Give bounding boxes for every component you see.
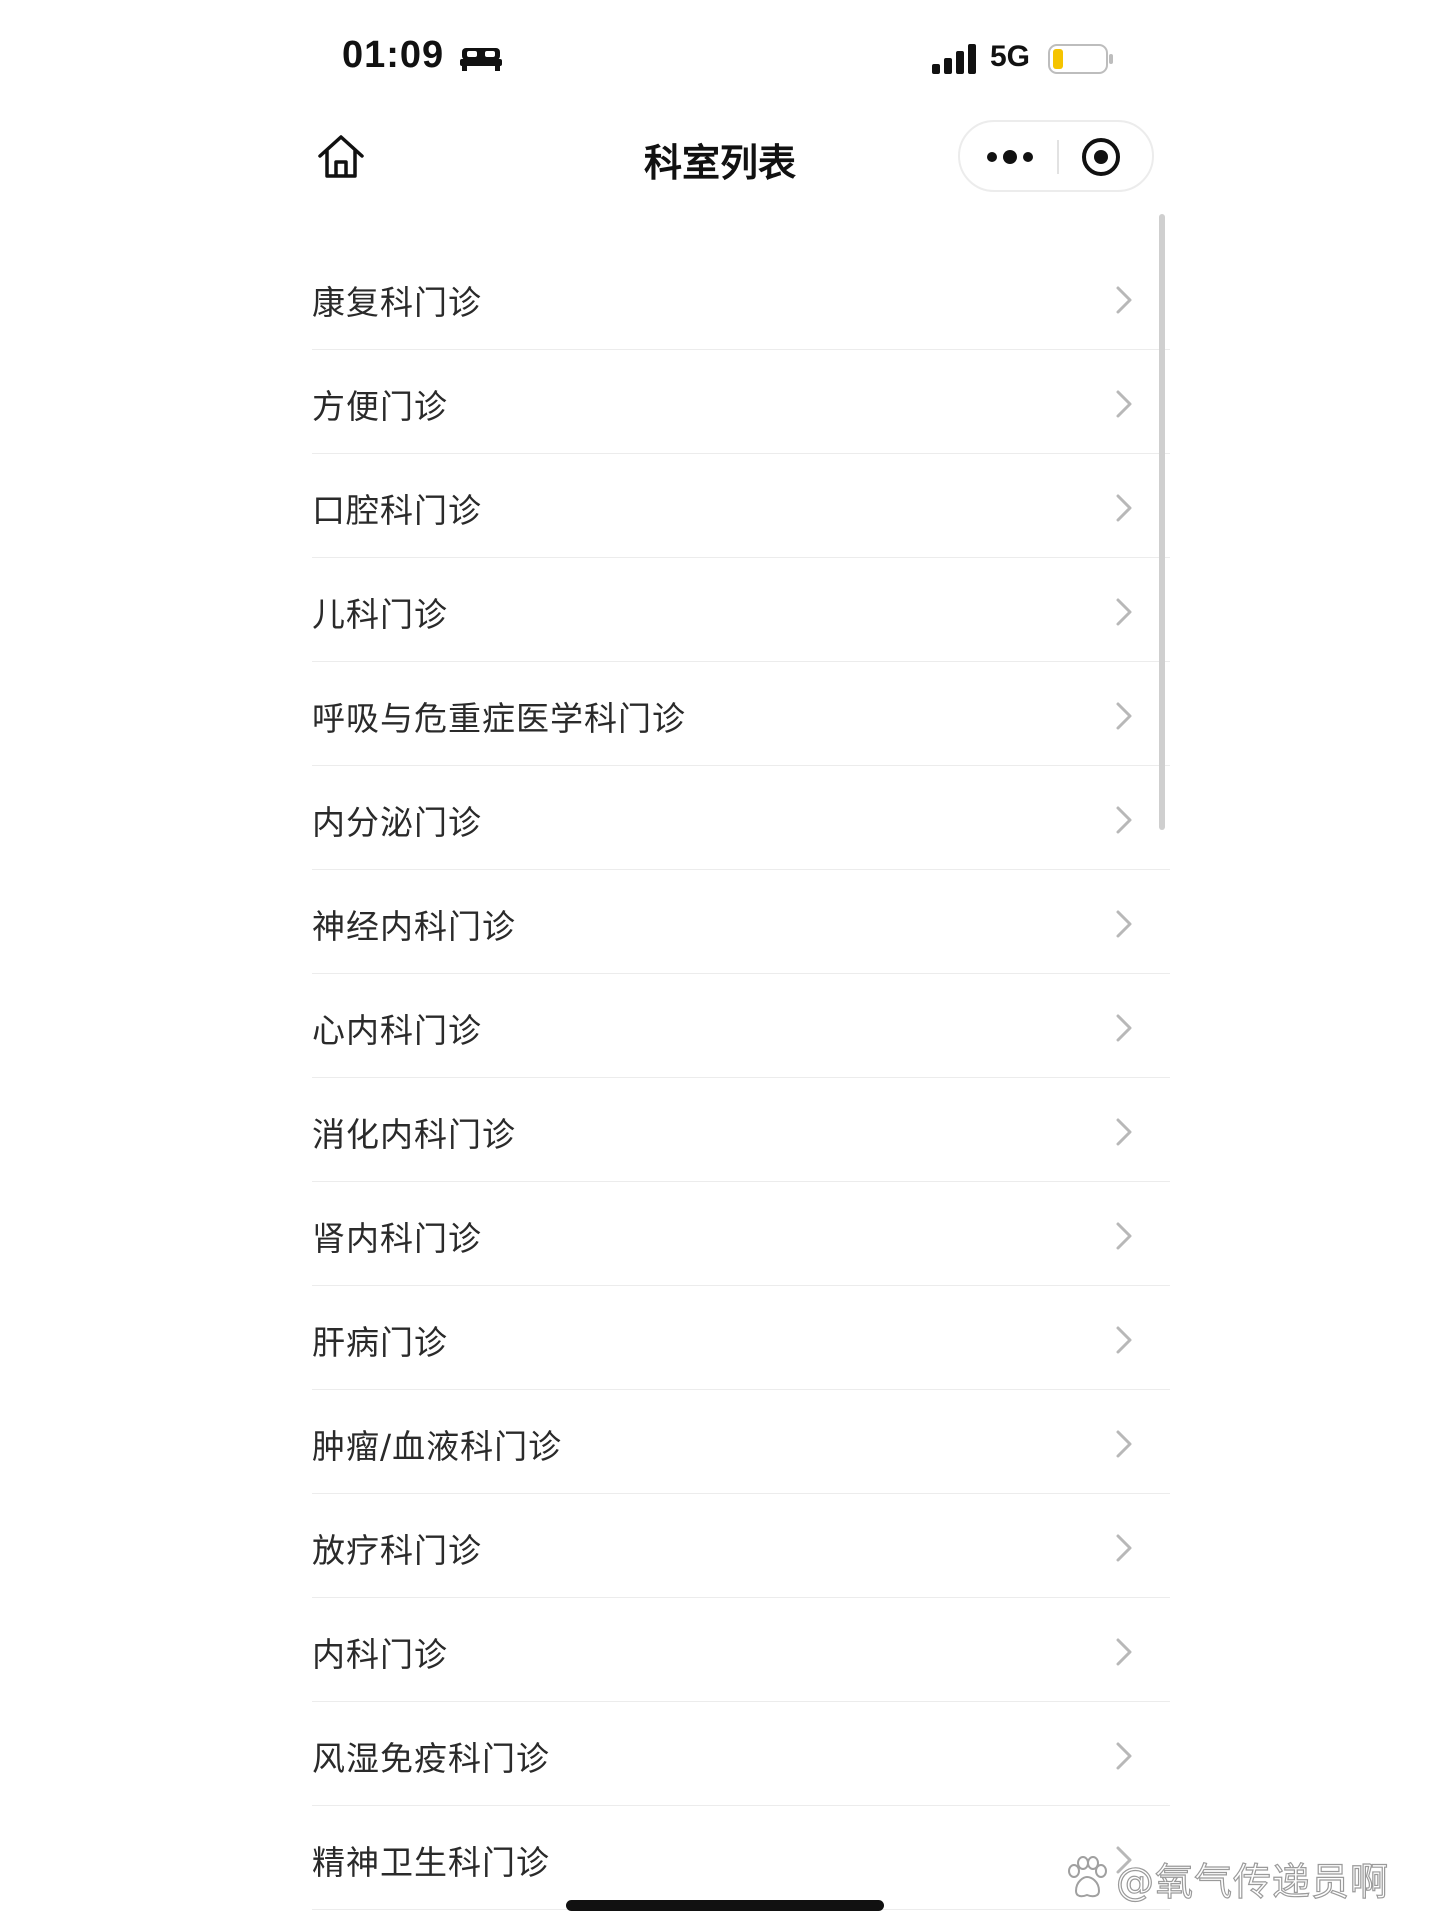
capsule-divider xyxy=(1057,140,1059,174)
list-item-label: 肝病门诊 xyxy=(312,1323,448,1362)
list-item-label: 口腔科门诊 xyxy=(312,491,482,530)
chevron-right-icon xyxy=(1116,390,1132,418)
watermark: @氧气传递员啊 xyxy=(1064,1850,1389,1906)
list-item-label: 风湿免疫科门诊 xyxy=(312,1739,550,1778)
chevron-right-icon xyxy=(1116,806,1132,834)
list-item[interactable]: 内科门诊 xyxy=(312,1598,1170,1702)
mini-program-capsule xyxy=(958,120,1154,192)
home-indicator[interactable] xyxy=(566,1900,884,1911)
status-time: 01:09 xyxy=(342,34,445,76)
chevron-right-icon xyxy=(1116,1222,1132,1250)
list-item[interactable]: 肿瘤/血液科门诊 xyxy=(312,1390,1170,1494)
list-item[interactable]: 神经内科门诊 xyxy=(312,870,1170,974)
target-icon[interactable] xyxy=(1080,136,1122,178)
list-item[interactable]: 心内科门诊 xyxy=(312,974,1170,1078)
network-type: 5G xyxy=(990,40,1031,73)
more-icon[interactable] xyxy=(982,138,1038,176)
bed-icon xyxy=(460,48,502,71)
battery-icon xyxy=(1048,44,1113,74)
list-item-label: 放疗科门诊 xyxy=(312,1531,482,1570)
page-title: 科室列表 xyxy=(643,141,796,185)
chevron-right-icon xyxy=(1116,1534,1132,1562)
list-item[interactable]: 儿科门诊 xyxy=(312,558,1170,662)
scrollbar[interactable] xyxy=(1159,214,1165,830)
list-item[interactable]: 放疗科门诊 xyxy=(312,1494,1170,1598)
list-item[interactable]: 风湿免疫科门诊 xyxy=(312,1702,1170,1806)
list-item-label: 心内科门诊 xyxy=(312,1011,482,1050)
chevron-right-icon xyxy=(1116,598,1132,626)
list-item-label: 肾内科门诊 xyxy=(312,1219,482,1258)
list-item[interactable]: 肾内科门诊 xyxy=(312,1182,1170,1286)
chevron-right-icon xyxy=(1116,1638,1132,1666)
list-item-label: 神经内科门诊 xyxy=(312,907,516,946)
chevron-right-icon xyxy=(1116,702,1132,730)
list-item-label: 消化内科门诊 xyxy=(312,1115,516,1154)
chevron-right-icon xyxy=(1116,910,1132,938)
signal-icon xyxy=(932,44,976,74)
list-item-label: 康复科门诊 xyxy=(312,283,482,322)
department-list: 康复科门诊 方便门诊 口腔科门诊 儿科门诊 呼吸与危重症医学科门诊 内分泌门诊 … xyxy=(312,246,1170,1910)
list-item[interactable]: 消化内科门诊 xyxy=(312,1078,1170,1182)
list-item[interactable]: 内分泌门诊 xyxy=(312,766,1170,870)
status-bar: 01:09 5G xyxy=(0,0,1440,110)
list-item[interactable]: 口腔科门诊 xyxy=(312,454,1170,558)
watermark-text: @氧气传递员啊 xyxy=(1115,1859,1390,1904)
list-item[interactable]: 呼吸与危重症医学科门诊 xyxy=(312,662,1170,766)
list-item-label: 方便门诊 xyxy=(312,387,448,426)
chevron-right-icon xyxy=(1116,1742,1132,1770)
chevron-right-icon xyxy=(1116,286,1132,314)
list-item[interactable]: 方便门诊 xyxy=(312,350,1170,454)
list-item-label: 肿瘤/血液科门诊 xyxy=(312,1427,563,1466)
list-item-label: 呼吸与危重症医学科门诊 xyxy=(312,699,686,738)
list-item-label: 内分泌门诊 xyxy=(312,803,482,842)
paw-icon xyxy=(1068,1856,1107,1898)
list-item[interactable]: 肝病门诊 xyxy=(312,1286,1170,1390)
chevron-right-icon xyxy=(1116,1118,1132,1146)
chevron-right-icon xyxy=(1116,1014,1132,1042)
list-item-label: 精神卫生科门诊 xyxy=(312,1843,550,1882)
chevron-right-icon xyxy=(1116,494,1132,522)
nav-bar: 科室列表 xyxy=(0,110,1440,210)
list-item-label: 内科门诊 xyxy=(312,1635,448,1674)
list-item-label: 儿科门诊 xyxy=(312,595,448,634)
list-item[interactable]: 康复科门诊 xyxy=(312,246,1170,350)
list-item[interactable]: 精神卫生科门诊 xyxy=(312,1806,1170,1910)
chevron-right-icon xyxy=(1116,1430,1132,1458)
chevron-right-icon xyxy=(1116,1326,1132,1354)
